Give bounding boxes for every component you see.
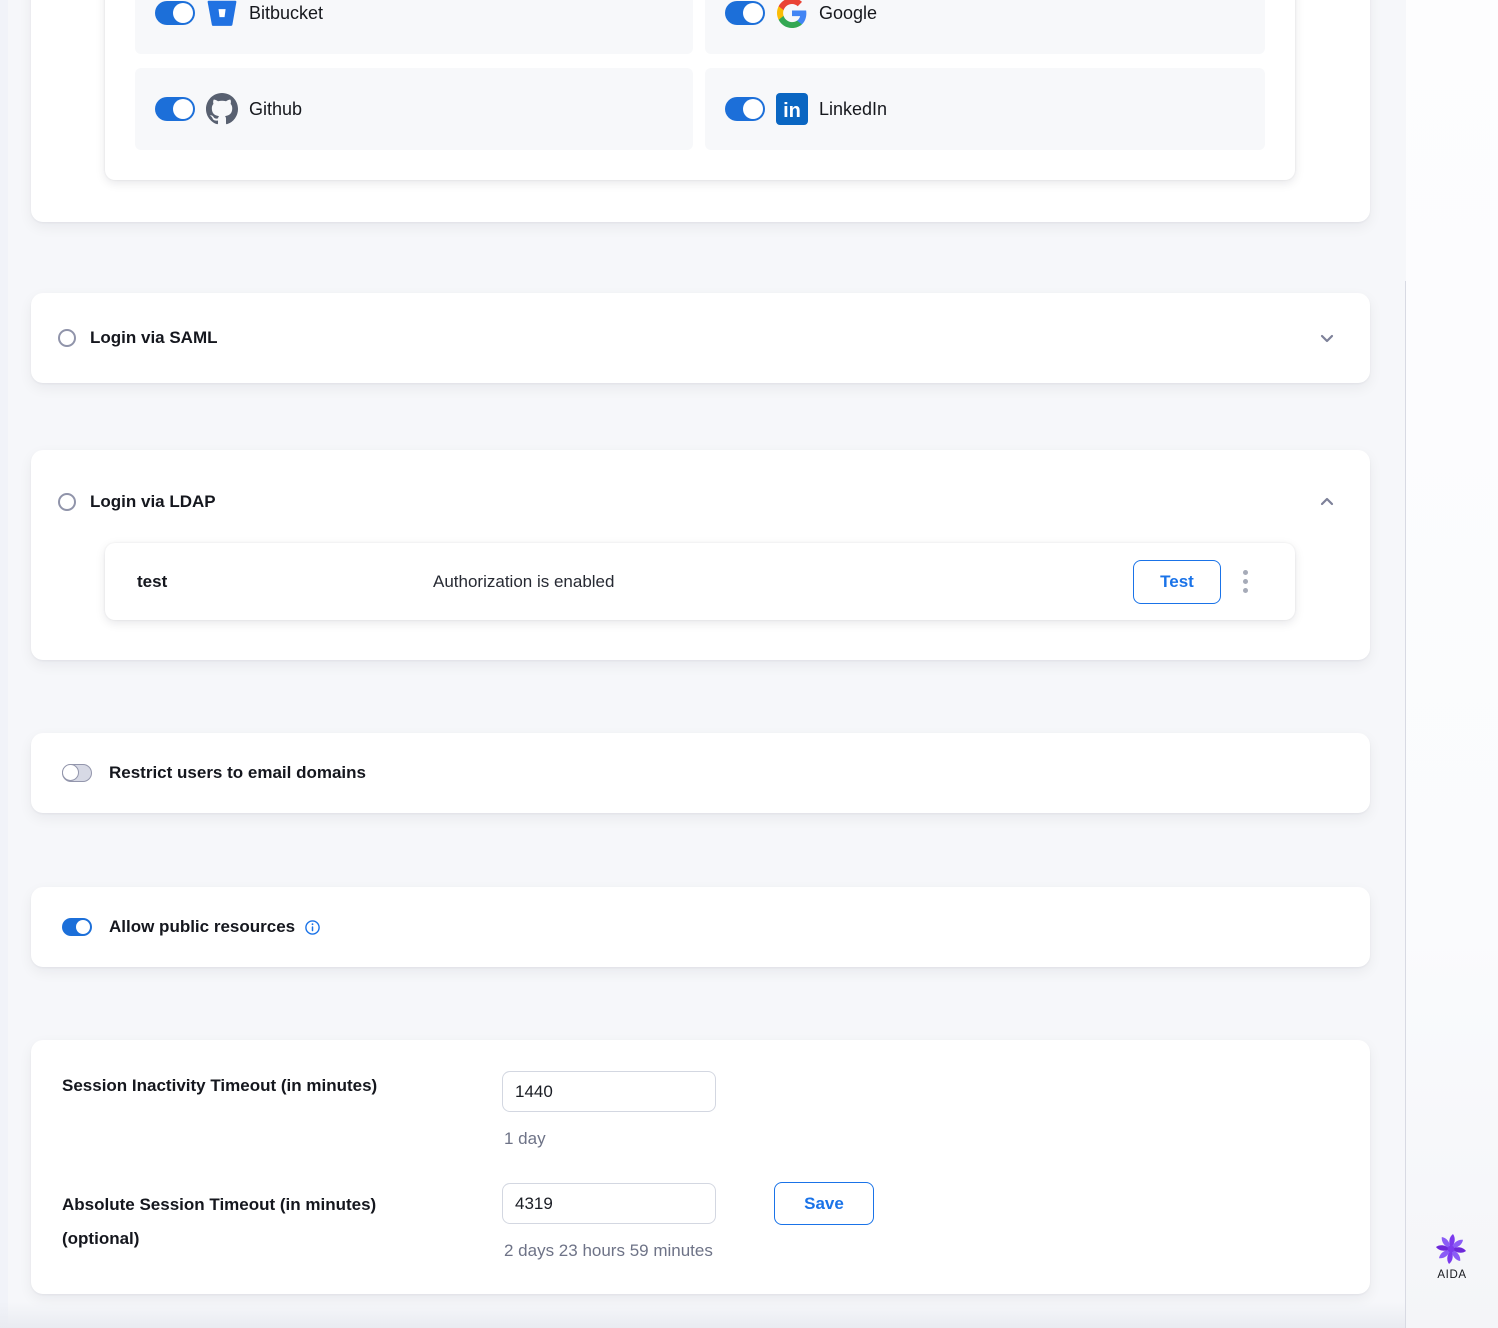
- saml-radio[interactable]: [58, 329, 76, 347]
- restrict-email-domains-toggle[interactable]: [62, 764, 92, 782]
- google-icon: [776, 0, 808, 29]
- bitbucket-icon: [206, 0, 238, 29]
- absolute-session-hint: 2 days 23 hours 59 minutes: [504, 1241, 713, 1261]
- ldap-title: Login via LDAP: [90, 492, 216, 512]
- saml-section-card: Login via SAML: [31, 293, 1370, 383]
- linkedin-icon: in: [776, 93, 808, 125]
- ldap-server-name: test: [137, 572, 433, 592]
- github-toggle[interactable]: [155, 97, 195, 121]
- bitbucket-label: Bitbucket: [249, 3, 323, 24]
- allow-public-resources-card: Allow public resources: [31, 887, 1370, 967]
- absolute-session-input[interactable]: [502, 1183, 716, 1224]
- ldap-radio[interactable]: [58, 493, 76, 511]
- info-icon[interactable]: [305, 920, 320, 935]
- chevron-down-icon[interactable]: [1318, 329, 1336, 347]
- ldap-server-status: Authorization is enabled: [433, 572, 1133, 592]
- session-inactivity-input[interactable]: [502, 1071, 716, 1112]
- right-sidebar: [1406, 0, 1498, 1328]
- provider-tile-linkedin: in LinkedIn: [705, 68, 1265, 150]
- provider-tile-github: Github: [135, 68, 693, 150]
- linkedin-label: LinkedIn: [819, 99, 887, 120]
- ldap-test-button[interactable]: Test: [1133, 560, 1221, 604]
- session-inactivity-label: Session Inactivity Timeout (in minutes): [62, 1076, 482, 1096]
- absolute-session-label: Absolute Session Timeout (in minutes) (o…: [62, 1188, 457, 1256]
- google-label: Google: [819, 3, 877, 24]
- aida-logo-icon[interactable]: [1433, 1231, 1471, 1267]
- oauth-providers-card: Bitbucket Google Github: [31, 0, 1370, 222]
- panel-divider: [1405, 281, 1406, 1328]
- allow-public-resources-label: Allow public resources: [109, 917, 295, 937]
- bottom-fade: [0, 1302, 1406, 1328]
- linkedin-toggle[interactable]: [725, 97, 765, 121]
- restrict-email-domains-card: Restrict users to email domains: [31, 733, 1370, 813]
- session-inactivity-hint: 1 day: [504, 1129, 546, 1149]
- chevron-up-icon[interactable]: [1318, 493, 1336, 511]
- page-left-margin: [0, 0, 8, 1328]
- ldap-server-row: test Authorization is enabled Test: [105, 543, 1295, 620]
- session-timeouts-card: Session Inactivity Timeout (in minutes) …: [31, 1040, 1370, 1294]
- saml-title: Login via SAML: [90, 328, 218, 348]
- provider-tile-google: Google: [705, 0, 1265, 54]
- aida-brand-label: AIDA: [1406, 1269, 1498, 1281]
- github-icon: [206, 93, 238, 125]
- provider-tile-bitbucket: Bitbucket: [135, 0, 693, 54]
- google-toggle[interactable]: [725, 1, 765, 25]
- kebab-menu-icon[interactable]: [1243, 570, 1248, 593]
- save-button[interactable]: Save: [774, 1182, 874, 1225]
- github-label: Github: [249, 99, 302, 120]
- ldap-header: Login via LDAP: [58, 487, 1336, 517]
- ldap-section-card: Login via LDAP test Authorization is ena…: [31, 450, 1370, 660]
- bitbucket-toggle[interactable]: [155, 1, 195, 25]
- allow-public-resources-toggle[interactable]: [62, 918, 92, 936]
- oauth-providers-panel: Bitbucket Google Github: [105, 0, 1295, 180]
- restrict-email-domains-label: Restrict users to email domains: [109, 763, 366, 783]
